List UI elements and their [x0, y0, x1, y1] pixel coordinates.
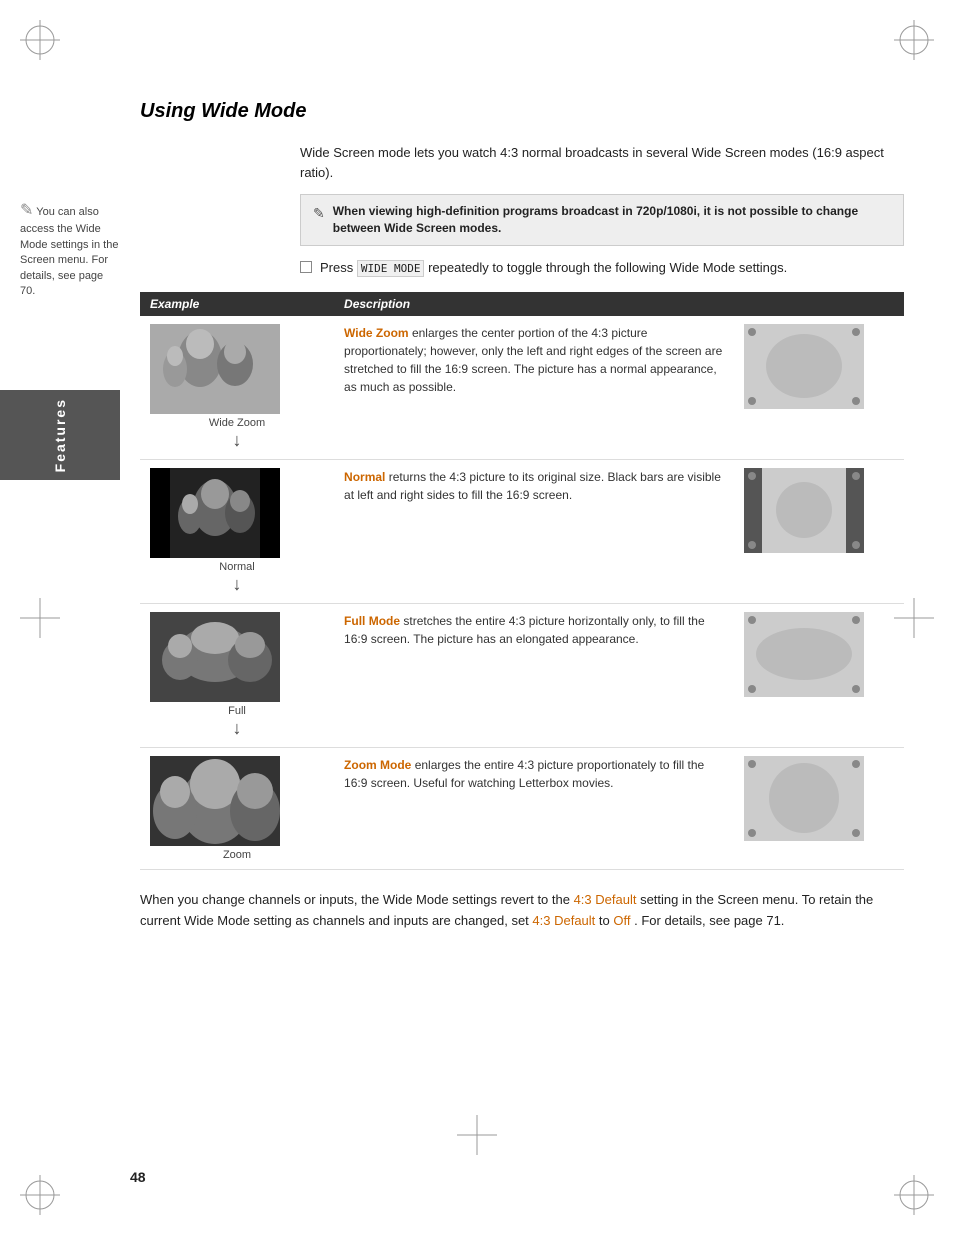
image-full	[150, 612, 280, 702]
mode-name-wide-zoom: Wide Zoom	[344, 326, 409, 340]
checkbox-icon	[300, 261, 312, 273]
press-instruction-text: Press WIDE MODE repeatedly to toggle thr…	[320, 258, 787, 278]
desc-cell-full: Full Mode stretches the entire 4:3 pictu…	[334, 604, 734, 748]
arrow-wide-zoom: ↓	[150, 431, 324, 449]
visual-cell-zoom	[734, 748, 904, 870]
visual-cell-full	[734, 604, 904, 748]
img-label-wide-zoom: Wide Zoom	[150, 417, 324, 429]
example-cell-zoom: Zoom	[140, 748, 334, 870]
table-row: Wide Zoom ↓ Wide Zoom enlarges the cente…	[140, 316, 904, 460]
bottom-note: When you change channels or inputs, the …	[140, 890, 904, 932]
corner-tl	[20, 20, 60, 60]
visual-cell-wide-zoom	[734, 316, 904, 460]
desc-text-wide-zoom: Wide Zoom enlarges the center portion of…	[344, 324, 724, 396]
table-row: Normal ↓ Normal returns the 4:3 picture …	[140, 460, 904, 604]
main-description: Wide Screen mode lets you watch 4:3 norm…	[300, 143, 904, 182]
desc-cell-zoom: Zoom Mode enlarges the entire 4:3 pictur…	[334, 748, 734, 870]
example-cell-wide-zoom: Wide Zoom ↓	[140, 316, 334, 460]
table-row: Full ↓ Full Mode stretches the entire 4:…	[140, 604, 904, 748]
sidebar-label: Features	[52, 398, 68, 472]
page-title: Using Wide Mode	[140, 100, 904, 123]
image-zoom	[150, 756, 280, 846]
highlight-43-default-2: 4:3 Default	[532, 913, 595, 928]
visual-full	[744, 612, 864, 697]
img-label-normal: Normal	[150, 561, 324, 573]
visual-wide-zoom	[744, 324, 864, 409]
col-visual	[734, 292, 904, 316]
visual-normal	[744, 468, 864, 553]
sidebar-note-text: You can also access the Wide Mode settin…	[20, 206, 118, 297]
arrow-full: ↓	[150, 719, 324, 737]
desc-cell-wide-zoom: Wide Zoom enlarges the center portion of…	[334, 316, 734, 460]
note-icon: ✎	[20, 202, 33, 219]
wide-mode-button-label: WIDE MODE	[357, 260, 425, 277]
example-cell-full: Full ↓	[140, 604, 334, 748]
arrow-normal: ↓	[150, 575, 324, 593]
table-row: Zoom Zoom Mode enlarges the entire 4:3 p…	[140, 748, 904, 870]
desc-cell-normal: Normal returns the 4:3 picture to its or…	[334, 460, 734, 604]
img-label-full: Full	[150, 705, 324, 717]
corner-bl	[20, 1175, 60, 1215]
desc-text-zoom: Zoom Mode enlarges the entire 4:3 pictur…	[344, 756, 724, 792]
table-header-row: Example Description	[140, 292, 904, 316]
sidebar-features: Features	[0, 390, 120, 480]
example-cell-normal: Normal ↓	[140, 460, 334, 604]
visual-cell-normal	[734, 460, 904, 604]
col-description: Description	[334, 292, 734, 316]
visual-zoom	[744, 756, 864, 841]
col-example: Example	[140, 292, 334, 316]
page-number: 48	[130, 1169, 146, 1185]
highlight-off: Off	[613, 913, 630, 928]
corner-tr	[894, 20, 934, 60]
desc-text-full: Full Mode stretches the entire 4:3 pictu…	[344, 612, 724, 648]
warning-text: When viewing high-definition programs br…	[333, 203, 891, 237]
mode-name-zoom: Zoom Mode	[344, 758, 411, 772]
warning-box: ✎ When viewing high-definition programs …	[300, 194, 904, 246]
img-label-zoom: Zoom	[150, 849, 324, 861]
warning-icon: ✎	[313, 204, 325, 224]
mode-name-full: Full Mode	[344, 614, 400, 628]
desc-text-normal: Normal returns the 4:3 picture to its or…	[344, 468, 724, 504]
mode-name-normal: Normal	[344, 470, 385, 484]
main-content: Using Wide Mode Wide Screen mode lets yo…	[120, 100, 924, 932]
highlight-43-default-1: 4:3 Default	[574, 892, 637, 907]
sidebar-note-box: ✎ You can also access the Wide Mode sett…	[20, 200, 120, 299]
mode-table: Example Description	[140, 292, 904, 870]
corner-br	[894, 1175, 934, 1215]
press-instruction: Press WIDE MODE repeatedly to toggle thr…	[300, 258, 904, 278]
page-container: Features ✎ You can also access the Wide …	[0, 0, 954, 1235]
crosshair-mid-left	[20, 598, 60, 638]
crosshair-mid-bottom	[457, 1115, 497, 1155]
image-wide-zoom	[150, 324, 280, 414]
image-normal	[150, 468, 280, 558]
